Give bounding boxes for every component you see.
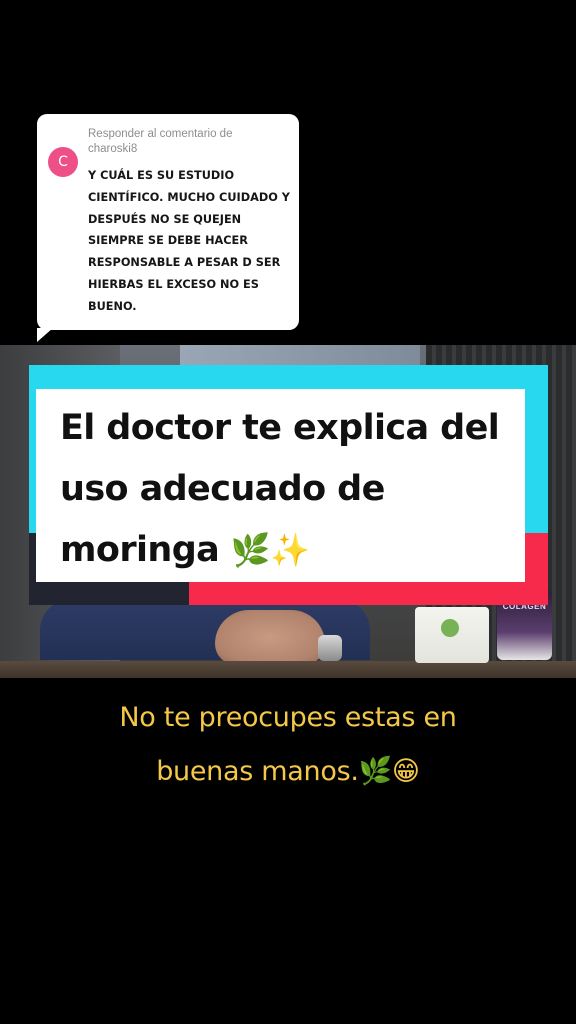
banner-title-line-2: uso adecuado de (60, 469, 385, 509)
caption-line-2: buenas manos.🌿😁 (156, 756, 420, 787)
product-box (415, 607, 489, 663)
caption-line-1: No te preocupes estas en (119, 702, 457, 733)
wristwatch (318, 635, 342, 661)
reply-comment-sticker[interactable]: C Responder al comentario de charoski8 Y… (37, 114, 299, 342)
banner-title: El doctor te explica del uso adecuado de… (60, 398, 520, 581)
banner-title-line-3: moringa 🌿✨ (60, 520, 520, 581)
herb-sparkles-icon: 🌿✨ (230, 531, 310, 569)
video-caption: No te preocupes estas en buenas manos.🌿😁 (30, 691, 546, 799)
reply-header-prefix: Responder al comentario de (88, 128, 233, 140)
commenter-avatar: C (48, 147, 78, 177)
doctor-hands (215, 610, 325, 665)
comment-text: Y CUÁL ES SU ESTUDIO CIENTÍFICO. MUCHO C… (88, 169, 290, 313)
reply-header: Responder al comentario de charoski8 (88, 127, 293, 157)
banner-title-word: moringa (60, 530, 220, 570)
commenter-username: charoski8 (88, 143, 138, 155)
banner-title-line-1: El doctor te explica del (60, 408, 500, 448)
desk (0, 661, 576, 678)
